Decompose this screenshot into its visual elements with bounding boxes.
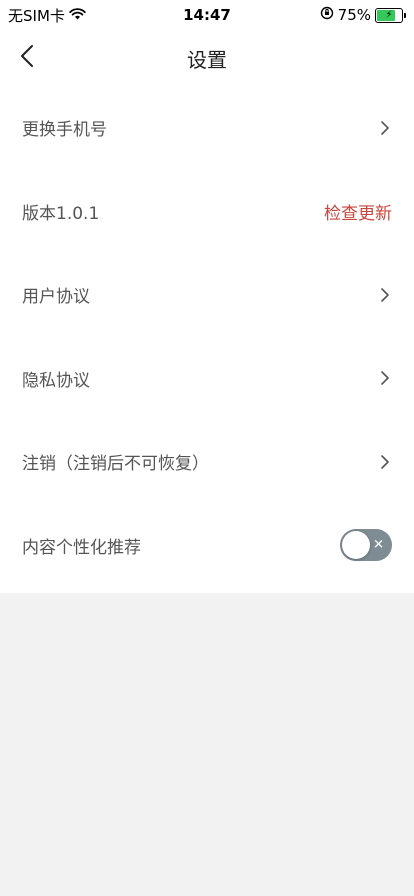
settings-item-privacy-agreement[interactable]: 隐私协议 xyxy=(0,337,414,421)
chevron-right-icon xyxy=(378,286,392,304)
carrier-label: 无SIM卡 xyxy=(8,6,65,25)
battery-icon: ⚡ xyxy=(375,7,406,23)
status-left: 无SIM卡 xyxy=(8,5,86,26)
settings-item-label: 用户协议 xyxy=(22,287,90,308)
chevron-left-icon xyxy=(20,44,34,72)
settings-screen: 无SIM卡 14:47 75% ⚡ 设置 更换手机号 版本1.0.1 检查更新 … xyxy=(0,0,414,896)
version-label: 版本1.0.1 xyxy=(22,203,100,224)
chevron-right-icon xyxy=(378,369,392,387)
settings-list: 更换手机号 版本1.0.1 检查更新 用户协议 隐私协议 注销（注销后不可恢复）… xyxy=(0,86,414,593)
battery-body: ⚡ xyxy=(375,7,403,23)
settings-item-personalized-recommendation: 内容个性化推荐 ✕ xyxy=(0,504,414,588)
status-bar: 无SIM卡 14:47 75% ⚡ xyxy=(0,0,414,30)
back-button[interactable] xyxy=(12,43,42,73)
settings-item-version: 版本1.0.1 检查更新 xyxy=(0,170,414,254)
personalized-recommendation-toggle[interactable]: ✕ xyxy=(340,529,392,562)
status-time: 14:47 xyxy=(183,6,231,24)
orientation-lock-icon xyxy=(320,6,334,24)
charging-bolt-icon: ⚡ xyxy=(385,9,393,21)
toggle-knob xyxy=(342,531,370,560)
close-icon: ✕ xyxy=(373,537,384,553)
settings-item-label: 隐私协议 xyxy=(22,370,90,391)
settings-item-label: 内容个性化推荐 xyxy=(22,537,141,558)
battery-percent: 75% xyxy=(337,6,371,24)
settings-item-delete-account[interactable]: 注销（注销后不可恢复） xyxy=(0,420,414,504)
status-right: 75% ⚡ xyxy=(320,6,406,24)
nav-bar: 设置 xyxy=(0,30,414,86)
page-title: 设置 xyxy=(187,47,227,72)
chevron-right-icon xyxy=(378,453,392,471)
battery-cap xyxy=(404,12,406,18)
top-area: 无SIM卡 14:47 75% ⚡ 设置 更换手机号 版本1.0.1 检查更新 … xyxy=(0,0,414,593)
settings-item-change-phone[interactable]: 更换手机号 xyxy=(0,86,414,170)
settings-item-label: 更换手机号 xyxy=(22,120,107,141)
chevron-right-icon xyxy=(378,119,392,137)
check-update-button[interactable]: 检查更新 xyxy=(324,199,392,224)
wifi-icon xyxy=(69,6,86,24)
settings-item-label: 注销（注销后不可恢复） xyxy=(22,454,209,475)
settings-item-user-agreement[interactable]: 用户协议 xyxy=(0,253,414,337)
